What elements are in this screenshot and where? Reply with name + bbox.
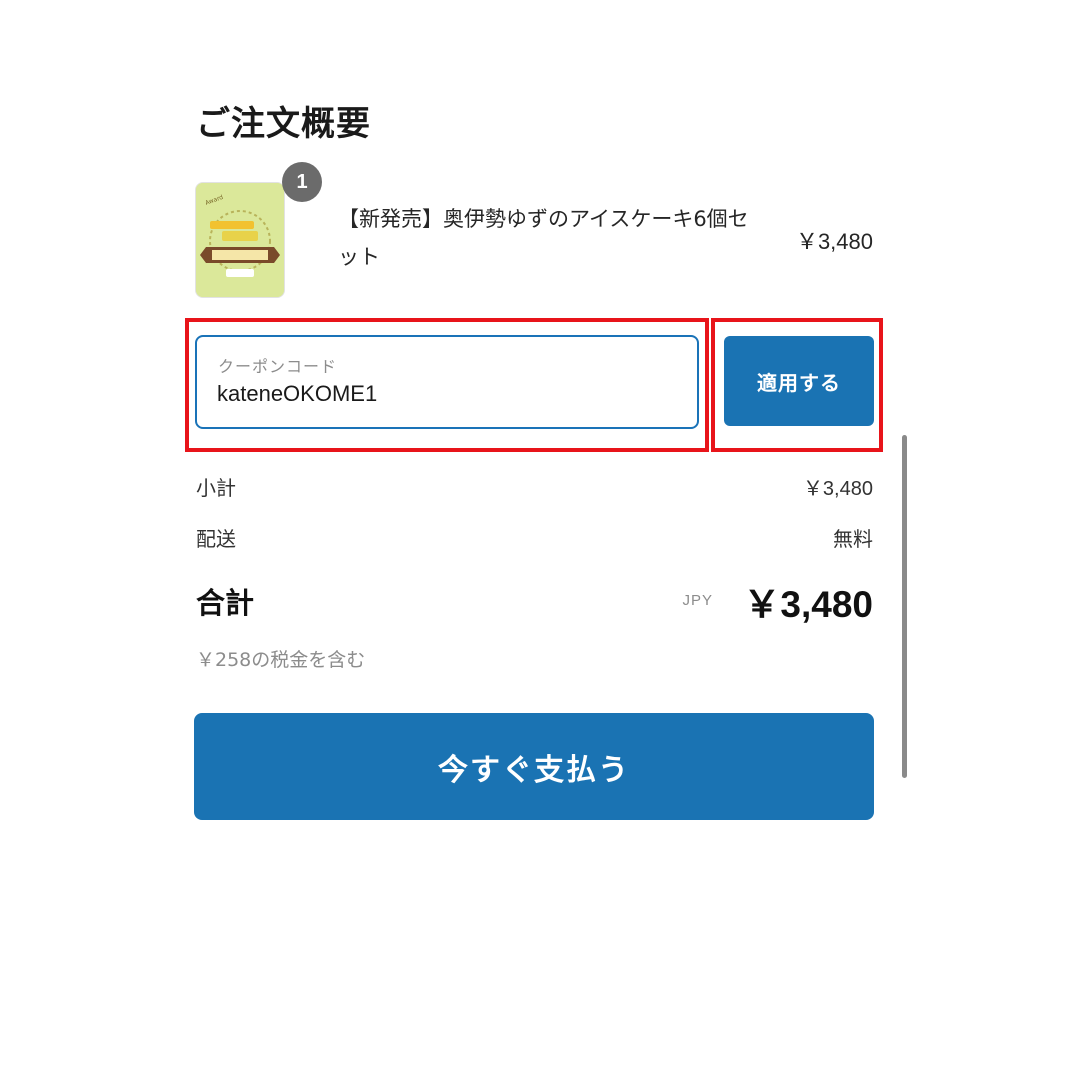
order-summary-panel: ご注文概要 Award 1 【新発売】奥伊勢ゆずのアイスケーキ6個セット ￥3,… — [0, 0, 1080, 1080]
pay-now-button[interactable]: 今すぐ支払う — [194, 713, 874, 820]
currency-code: JPY — [682, 592, 713, 609]
total-value: ￥3,480 — [743, 584, 873, 625]
order-summary-title: ご注文概要 — [196, 104, 371, 144]
product-price: ￥3,480 — [795, 229, 873, 254]
shipping-value: 無料 — [833, 527, 873, 551]
scrollbar[interactable] — [902, 435, 907, 778]
product-thumbnail: Award — [195, 182, 285, 298]
apply-coupon-button[interactable]: 適用する — [724, 336, 874, 426]
product-name: 【新発売】奥伊勢ゆずのアイスケーキ6個セット — [338, 207, 749, 269]
coupon-code-field[interactable]: クーポンコード — [195, 335, 699, 429]
tax-note: ￥258の税金を含む — [196, 649, 366, 671]
subtotal-label: 小計 — [196, 476, 236, 500]
shipping-label: 配送 — [196, 527, 236, 551]
quantity-badge: 1 — [282, 162, 322, 202]
total-label: 合計 — [196, 586, 255, 620]
coupon-code-input[interactable] — [217, 381, 657, 407]
coupon-code-label: クーポンコード — [218, 357, 338, 376]
subtotal-value: ￥3,480 — [802, 478, 873, 500]
